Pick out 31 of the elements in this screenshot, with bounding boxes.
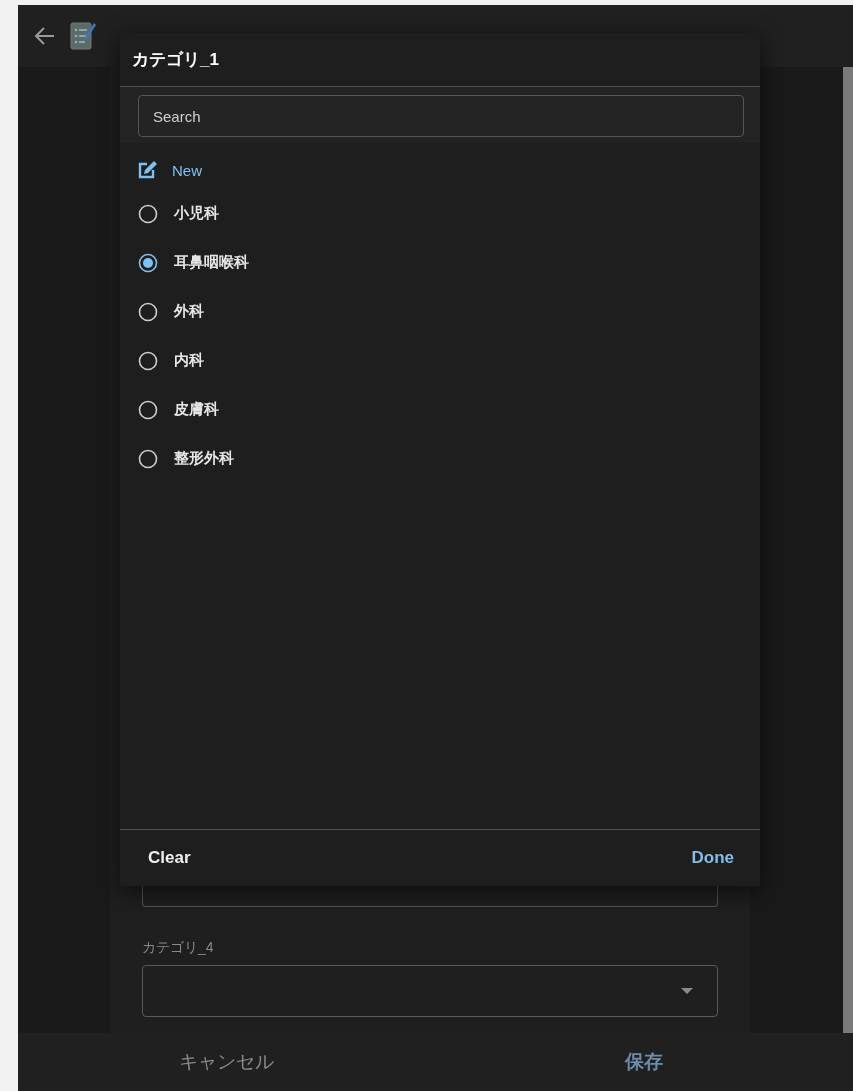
option-item[interactable]: 皮膚科	[138, 385, 742, 434]
clear-button[interactable]: Clear	[148, 848, 191, 868]
radio-button[interactable]	[138, 252, 158, 273]
option-item[interactable]: 耳鼻咽喉科	[138, 238, 742, 287]
radio-button[interactable]	[138, 350, 158, 371]
option-label: 皮膚科	[174, 400, 219, 419]
option-label: 整形外科	[174, 449, 234, 468]
option-label: 内科	[174, 351, 204, 370]
save-button[interactable]: 保存	[435, 1033, 853, 1091]
done-button[interactable]: Done	[691, 848, 734, 868]
option-label: 耳鼻咽喉科	[174, 253, 249, 272]
form-icon	[70, 21, 96, 51]
edit-icon	[138, 161, 158, 179]
new-button[interactable]: New	[138, 151, 742, 189]
option-item[interactable]: 整形外科	[138, 434, 742, 483]
option-label: 小児科	[174, 204, 219, 223]
caret-icon	[681, 988, 693, 994]
option-label: 外科	[174, 302, 204, 321]
radio-button[interactable]	[138, 399, 158, 420]
scrollbar[interactable]	[843, 67, 853, 1033]
back-arrow-icon[interactable]	[34, 25, 56, 47]
radio-button[interactable]	[138, 448, 158, 469]
field-label: カテゴリ_4	[142, 939, 215, 957]
option-item[interactable]: 小児科	[138, 189, 742, 238]
option-item[interactable]: 内科	[138, 336, 742, 385]
dropdown-field[interactable]	[142, 965, 718, 1017]
option-item[interactable]: 外科	[138, 287, 742, 336]
radio-button[interactable]	[138, 301, 158, 322]
radio-button[interactable]	[138, 203, 158, 224]
search-field[interactable]: Search	[138, 95, 744, 137]
cancel-button[interactable]: キャンセル	[18, 1033, 436, 1091]
